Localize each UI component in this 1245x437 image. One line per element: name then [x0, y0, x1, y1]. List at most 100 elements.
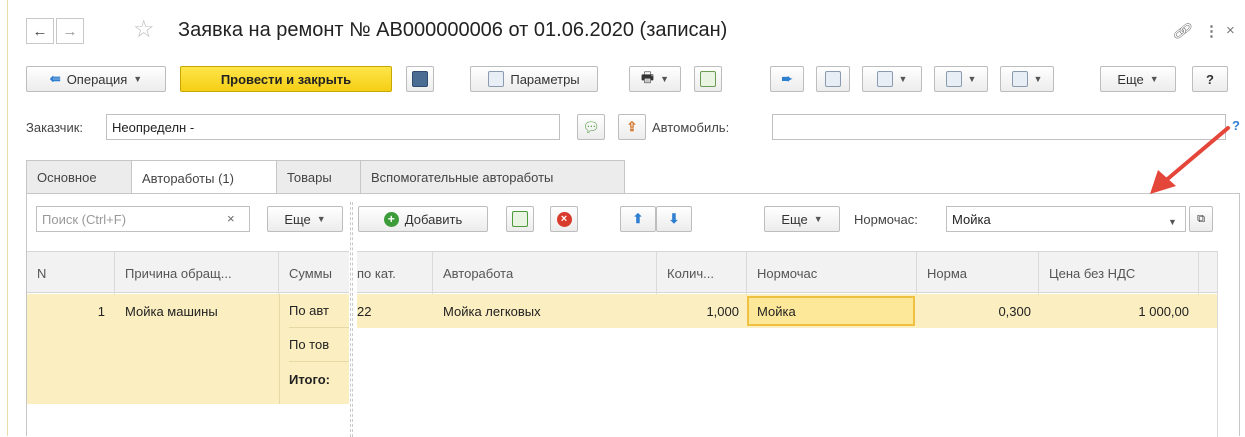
- sum-by-goods: По тов: [289, 328, 349, 362]
- tab-label: Автоработы (1): [142, 170, 234, 186]
- arrow-down-icon: ⬇: [668, 211, 680, 226]
- create-based-icon: [876, 71, 893, 87]
- tab-main[interactable]: Основное: [26, 160, 132, 194]
- norm-hour-select[interactable]: Мойка: [946, 206, 1186, 232]
- grid-right-border: [1217, 251, 1218, 437]
- customer-label: Заказчик:: [26, 120, 84, 135]
- copy-icon: [512, 211, 528, 227]
- back-button[interactable]: ←: [26, 18, 54, 44]
- col-category[interactable]: по кат.: [357, 252, 433, 294]
- chat-icon: 💬︎: [582, 118, 600, 135]
- arrow-right-icon: →: [62, 22, 78, 40]
- chevron-down-icon: ▼: [813, 214, 823, 224]
- search-input[interactable]: Поиск (Ctrl+F): [36, 206, 250, 232]
- col-quantity[interactable]: Колич...: [657, 252, 747, 294]
- cell-divider: [279, 294, 280, 404]
- report-button[interactable]: [816, 66, 850, 92]
- more-label: Еще: [284, 211, 311, 227]
- clear-search-icon[interactable]: ×: [227, 211, 235, 226]
- open-button[interactable]: ⧉: [1189, 206, 1213, 232]
- delete-icon: ×: [556, 211, 572, 227]
- upload-icon: ⇪: [626, 119, 638, 134]
- print-button[interactable]: 🖶︎ ▼: [629, 66, 681, 92]
- col-norm[interactable]: Норма: [917, 252, 1039, 294]
- arrow-up-icon: ⬆: [632, 211, 644, 226]
- move-down-button[interactable]: ⬇: [656, 206, 692, 232]
- col-n[interactable]: N: [27, 252, 115, 294]
- window-title: Заявка на ремонт № АВ000000006 от 01.06.…: [178, 19, 728, 41]
- norm-hour-value: Мойка: [952, 211, 991, 227]
- favorite-star-icon[interactable]: ☆: [133, 15, 155, 44]
- left-more-button[interactable]: Еще ▼: [267, 206, 343, 232]
- sum-total: Итого:: [289, 371, 330, 387]
- documents-icon: [945, 71, 962, 87]
- hierarchy-icon: [700, 71, 716, 87]
- delete-button[interactable]: ×: [550, 206, 578, 232]
- chevron-down-icon: ▼: [133, 74, 143, 84]
- col-reason[interactable]: Причина обращ...: [115, 252, 279, 294]
- save-button[interactable]: [406, 66, 434, 92]
- upload-button[interactable]: ⇪: [618, 114, 646, 140]
- report-icon: [825, 71, 841, 87]
- post-and-close-label: Провести и закрыть: [220, 71, 352, 87]
- customer-field[interactable]: Неопределн -: [106, 114, 560, 140]
- printer-icon: 🖶︎: [640, 69, 655, 85]
- row-norm: 0,300: [998, 303, 1031, 319]
- col-autowork[interactable]: Авторабота: [433, 252, 657, 294]
- add-button[interactable]: + Добавить: [358, 206, 488, 232]
- create-based-button[interactable]: ▼: [862, 66, 922, 92]
- parameters-button[interactable]: Параметры: [470, 66, 598, 92]
- right-more-button[interactable]: Еще ▼: [764, 206, 840, 232]
- norm-hour-label: Нормочас:: [854, 212, 918, 227]
- chevron-down-icon: ▼: [316, 214, 326, 224]
- row-reason: Мойка машины: [125, 303, 218, 319]
- chart-icon: [1011, 71, 1028, 87]
- forward-button[interactable]: →: [56, 18, 84, 44]
- chevron-down-icon: ▼: [898, 74, 908, 84]
- row-price: 1 000,00: [1138, 303, 1189, 319]
- splitter[interactable]: [350, 202, 353, 437]
- contact-button[interactable]: 💬︎: [577, 114, 605, 140]
- chevron-down-icon[interactable]: ▼: [1168, 213, 1177, 228]
- structure-button[interactable]: [694, 66, 722, 92]
- row-autowork: Мойка легковых: [443, 303, 541, 319]
- help-button[interactable]: ?: [1192, 66, 1228, 92]
- move-up-button[interactable]: ⬆: [620, 206, 656, 232]
- tab-goods[interactable]: Товары: [276, 160, 361, 194]
- car-label: Автомобиль:: [652, 120, 730, 135]
- right-grid-header: по кат. Авторабота Колич... Нормочас Нор…: [357, 251, 1217, 294]
- help-label: ?: [1206, 71, 1214, 87]
- sum-by-works: По авт: [289, 294, 349, 328]
- tab-label: Вспомогательные автоработы: [371, 170, 554, 185]
- go-button[interactable]: ➨: [770, 66, 804, 92]
- search-placeholder: Поиск (Ctrl+F): [42, 211, 127, 227]
- col-price[interactable]: Цена без НДС: [1039, 252, 1199, 294]
- row-norm-hour-cell[interactable]: Мойка: [747, 296, 915, 326]
- copy-button[interactable]: [506, 206, 534, 232]
- more-label: Еще: [1117, 71, 1144, 87]
- right-grid-row[interactable]: 22 Мойка легковых 1,000 Мойка 0,300 1 00…: [357, 294, 1217, 328]
- add-icon: +: [383, 211, 399, 227]
- documents-button[interactable]: ▼: [934, 66, 988, 92]
- more-vertical-icon[interactable]: ⋮: [1204, 22, 1219, 40]
- operation-button[interactable]: ⇚ Операция ▼: [26, 66, 166, 92]
- link-icon[interactable]: 🔗︎: [1172, 22, 1191, 40]
- left-grid-header: N Причина обращ... Суммы: [27, 251, 349, 294]
- more-label: Еще: [781, 211, 808, 227]
- open-window-icon: ⧉: [1197, 212, 1205, 225]
- reports-menu-button[interactable]: ▼: [1000, 66, 1054, 92]
- left-grid-row[interactable]: 1 Мойка машины По авт По тов Итого:: [27, 294, 349, 404]
- close-icon[interactable]: ×: [1226, 22, 1235, 39]
- col-sums[interactable]: Суммы: [279, 252, 349, 294]
- chevron-down-icon: ▼: [967, 74, 977, 84]
- tab-autoworks[interactable]: Автоработы (1): [131, 160, 277, 195]
- col-norm-hour[interactable]: Нормочас: [747, 252, 917, 294]
- chevron-down-icon: ▼: [1033, 74, 1043, 84]
- more-button[interactable]: Еще ▼: [1100, 66, 1176, 92]
- post-and-close-button[interactable]: Провести и закрыть: [180, 66, 392, 92]
- tab-auxiliary-works[interactable]: Вспомогательные автоработы: [360, 160, 625, 194]
- customer-value: Неопределн -: [112, 119, 195, 135]
- chevron-down-icon: ▼: [1149, 74, 1159, 84]
- arrow-right-icon: ➨: [781, 71, 793, 86]
- tab-label: Основное: [37, 170, 97, 185]
